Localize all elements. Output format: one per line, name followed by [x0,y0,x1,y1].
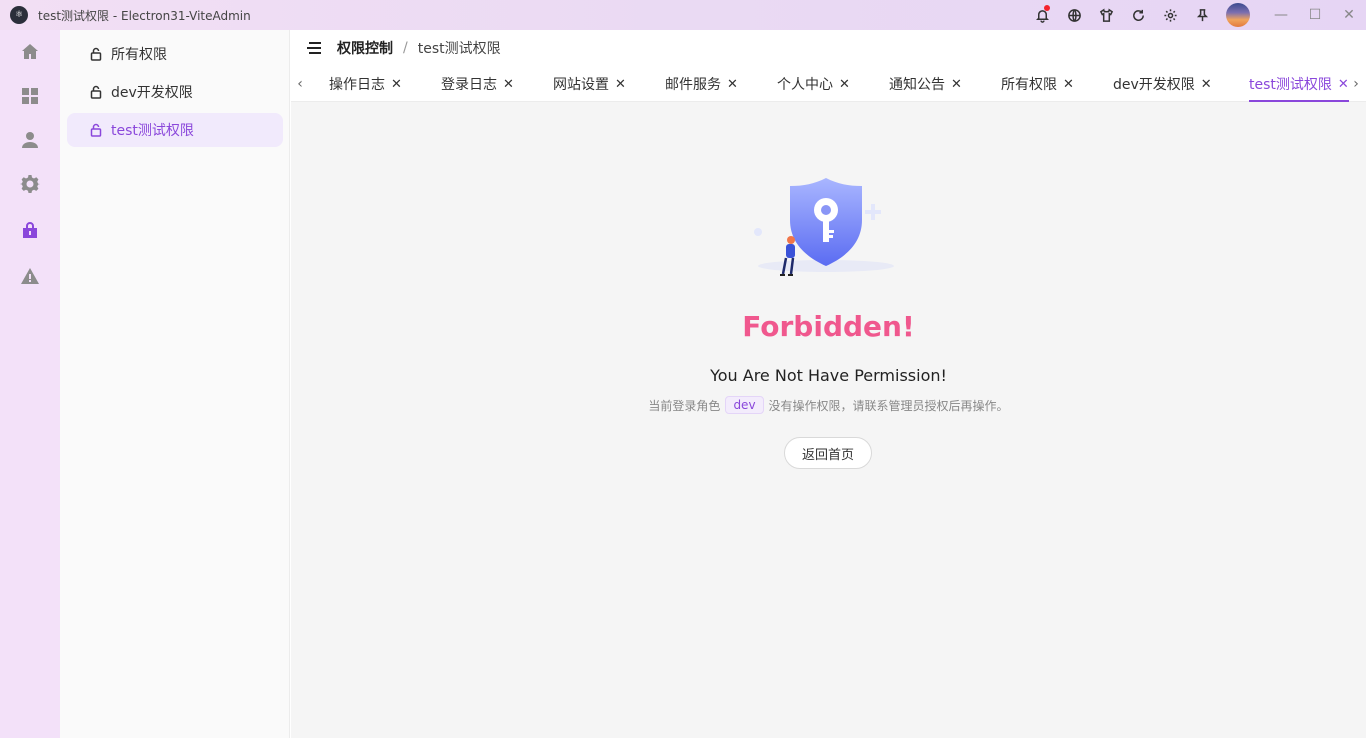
tab-mail-service[interactable]: 邮件服务 ✕ [665,66,738,102]
pin-icon[interactable] [1186,0,1218,30]
unlock-icon [90,123,102,137]
tab-label: 通知公告 [889,77,945,93]
tab-dev-permission[interactable]: dev开发权限 ✕ [1113,66,1212,102]
tab-label: dev开发权限 [1113,77,1195,93]
forbidden-illustration [754,178,894,276]
close-icon[interactable]: ✕ [1063,77,1074,92]
rail-user[interactable] [0,118,60,162]
avatar[interactable] [1226,3,1250,27]
menu-item-test-permission[interactable]: test测试权限 [67,113,283,147]
permission-description: 当前登录角色 dev 没有操作权限，请联系管理员授权后再操作。 [291,396,1366,414]
lock-icon [23,222,37,238]
unlock-icon [90,47,102,61]
language-icon[interactable] [1058,0,1090,30]
close-icon[interactable]: ✕ [839,77,850,92]
tab-site-settings[interactable]: 网站设置 ✕ [553,66,626,102]
tab-notices[interactable]: 通知公告 ✕ [889,66,962,102]
unlock-icon [90,85,102,99]
desc-prefix: 当前登录角色 [648,398,721,413]
tab-all-permissions[interactable]: 所有权限 ✕ [1001,66,1074,102]
home-icon [22,44,38,59]
window-title: test测试权限 - Electron31-ViteAdmin [38,8,251,23]
bell-icon[interactable] [1026,0,1058,30]
theme-icon[interactable] [1090,0,1122,30]
settings-icon [20,175,40,193]
desc-suffix: 没有操作权限，请联系管理员授权后再操作。 [768,398,1009,413]
menu-item-dev-permission[interactable]: dev开发权限 [67,75,283,109]
tab-login-log[interactable]: 登录日志 ✕ [441,66,514,102]
menu-item-label: test测试权限 [111,123,194,139]
back-home-button[interactable]: 返回首页 [784,437,872,469]
rail-exception[interactable] [0,254,60,298]
minimize-button[interactable]: — [1264,0,1298,30]
settings-icon[interactable] [1154,0,1186,30]
app-logo-icon: ⚛ [10,6,28,24]
tab-label: 网站设置 [553,77,609,93]
breadcrumb-separator: / [403,40,408,56]
user-icon [22,132,38,148]
menu-item-all-permissions[interactable]: 所有权限 [67,37,283,71]
tab-operation-log[interactable]: 操作日志 ✕ [329,66,402,102]
menu-item-label: dev开发权限 [111,85,193,101]
rail-dashboard[interactable] [0,74,60,118]
close-icon[interactable]: ✕ [615,77,626,92]
dashboard-icon [22,88,38,104]
menu-item-label: 所有权限 [111,47,167,63]
tab-label: 所有权限 [1001,77,1057,93]
tab-label: 邮件服务 [665,77,721,93]
icon-rail [0,30,60,738]
breadcrumb-parent[interactable]: 权限控制 [337,38,393,58]
header: 权限控制 / test测试权限 [291,30,1366,66]
close-icon[interactable]: ✕ [951,77,962,92]
title-bar: ⚛ test测试权限 - Electron31-ViteAdmin — ☐ ✕ [0,0,1366,30]
tab-label: 操作日志 [329,77,385,93]
menu-toggle-icon[interactable] [307,42,321,54]
role-tag: dev [725,396,764,414]
rail-permission[interactable] [0,208,60,252]
main-content: Forbidden! You Are Not Have Permission! … [291,102,1366,738]
maximize-button[interactable]: ☐ [1298,0,1332,30]
tab-label: 登录日志 [441,77,497,93]
close-button[interactable]: ✕ [1332,0,1366,30]
warning-icon [21,268,39,284]
tab-test-permission[interactable]: test测试权限 ✕ [1249,66,1349,102]
close-icon[interactable]: ✕ [727,77,738,92]
rail-home[interactable] [0,30,60,74]
notification-dot [1044,5,1050,11]
tab-scroll-right-icon[interactable]: › [1347,66,1365,102]
forbidden-title: Forbidden! [742,310,915,343]
tab-profile[interactable]: 个人中心 ✕ [777,66,850,102]
close-icon[interactable]: ✕ [391,77,402,92]
breadcrumb-current: test测试权限 [417,41,501,57]
close-icon[interactable]: ✕ [1201,77,1212,92]
refresh-icon[interactable] [1122,0,1154,30]
rail-settings[interactable] [0,162,60,206]
permission-submenu: 所有权限 dev开发权限 test测试权限 [60,30,290,738]
tab-scroll-left-icon[interactable]: ‹ [291,66,309,102]
tab-label: 个人中心 [777,77,833,93]
tab-label: test测试权限 [1249,77,1332,93]
title-actions: — ☐ ✕ [1026,0,1366,30]
tab-bar: ‹ 操作日志 ✕ 登录日志 ✕ 网站设置 ✕ 邮件服务 ✕ 个人中心 ✕ 通知公告 ✕ 所有… [291,66,1366,102]
forbidden-subtitle: You Are Not Have Permission! [710,366,947,385]
close-icon[interactable]: ✕ [503,77,514,92]
